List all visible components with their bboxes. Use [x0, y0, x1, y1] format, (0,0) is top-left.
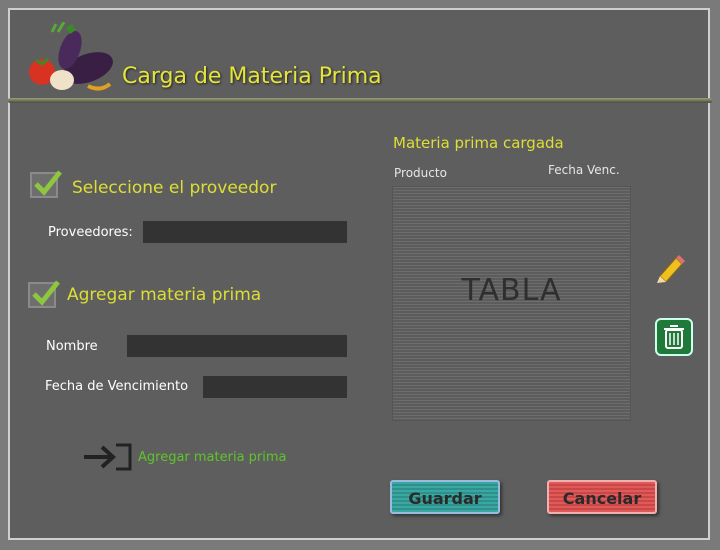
proveedor-check: [30, 170, 62, 198]
cancel-button[interactable]: Cancelar: [547, 480, 657, 514]
vegetables-logo-icon: [26, 21, 118, 96]
materia-section-title: Agregar materia prima: [67, 285, 262, 305]
checkmark-icon: [34, 170, 62, 196]
proveedores-field[interactable]: [143, 221, 347, 243]
proveedor-section-title: Seleccione el proveedor: [72, 178, 277, 198]
save-button[interactable]: Guardar: [390, 480, 500, 514]
fecha-vencimiento-label: Fecha de Vencimiento: [45, 379, 189, 394]
fecha-vencimiento-field[interactable]: [203, 376, 347, 398]
proveedores-label: Proveedores:: [48, 225, 133, 240]
add-materia-link[interactable]: Agregar materia prima: [138, 450, 287, 465]
nombre-label: Nombre: [46, 339, 98, 354]
table-placeholder: TABLA: [461, 273, 562, 308]
header-divider: [8, 98, 712, 103]
arrow-into-box-icon[interactable]: [82, 442, 132, 472]
materia-table[interactable]: TABLA: [392, 186, 631, 421]
nombre-field[interactable]: [127, 335, 347, 357]
column-header-fecha: Fecha Venc.: [548, 163, 620, 177]
materia-check: [28, 280, 60, 308]
column-header-producto: Producto: [394, 166, 447, 180]
trash-icon[interactable]: [655, 318, 693, 356]
table-title: Materia prima cargada: [393, 134, 564, 152]
page-title: Carga de Materia Prima: [122, 64, 382, 89]
checkmark-icon: [32, 280, 60, 306]
pencil-icon[interactable]: [654, 252, 686, 284]
